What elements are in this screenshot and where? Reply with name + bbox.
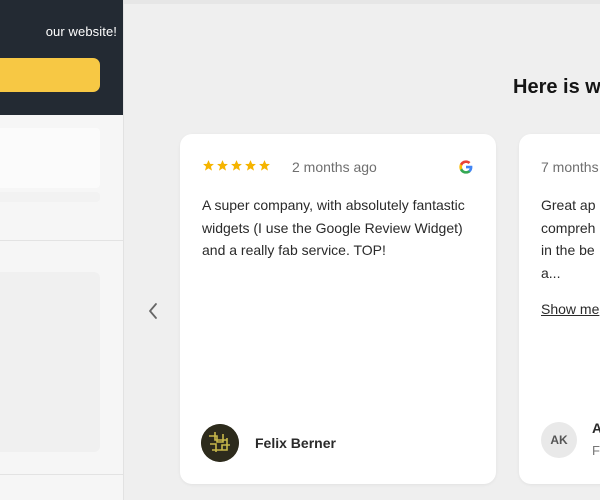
star-icon bbox=[231, 160, 242, 171]
star-icon bbox=[245, 160, 256, 171]
promo-banner: our website! bbox=[0, 0, 123, 115]
chevron-left-icon[interactable] bbox=[144, 300, 162, 322]
promo-button[interactable] bbox=[0, 58, 100, 92]
review-card: 2 months ago A super company, with absol… bbox=[180, 134, 496, 484]
avatar bbox=[201, 424, 239, 462]
review-text: A super company, with absolutely fantast… bbox=[202, 197, 465, 258]
divider bbox=[0, 474, 123, 475]
star-rating bbox=[202, 159, 271, 172]
reviewer-subline: F bbox=[592, 443, 600, 458]
review-date: 7 months bbox=[541, 159, 599, 175]
sidebar-card bbox=[0, 192, 100, 202]
divider bbox=[0, 240, 123, 241]
google-icon bbox=[459, 160, 473, 174]
star-icon bbox=[259, 160, 270, 171]
top-bar bbox=[124, 0, 600, 4]
sidebar-card bbox=[0, 272, 100, 452]
promo-text: our website! bbox=[45, 24, 117, 39]
show-more-link[interactable]: Show me bbox=[541, 301, 599, 317]
reviewer-name: Felix Berner bbox=[255, 435, 336, 451]
section-heading: Here is w bbox=[513, 76, 600, 98]
star-icon bbox=[203, 160, 214, 171]
reviewer-name: A bbox=[592, 420, 600, 436]
review-text: Great ap compreh in the be a... bbox=[541, 197, 596, 281]
avatar: AK bbox=[541, 422, 577, 458]
review-date: 2 months ago bbox=[292, 159, 377, 175]
star-icon bbox=[217, 160, 228, 171]
sidebar-card bbox=[0, 128, 100, 188]
review-card: 7 months Great ap compreh in the be a...… bbox=[519, 134, 600, 484]
sidebar: our website! bbox=[0, 0, 124, 500]
